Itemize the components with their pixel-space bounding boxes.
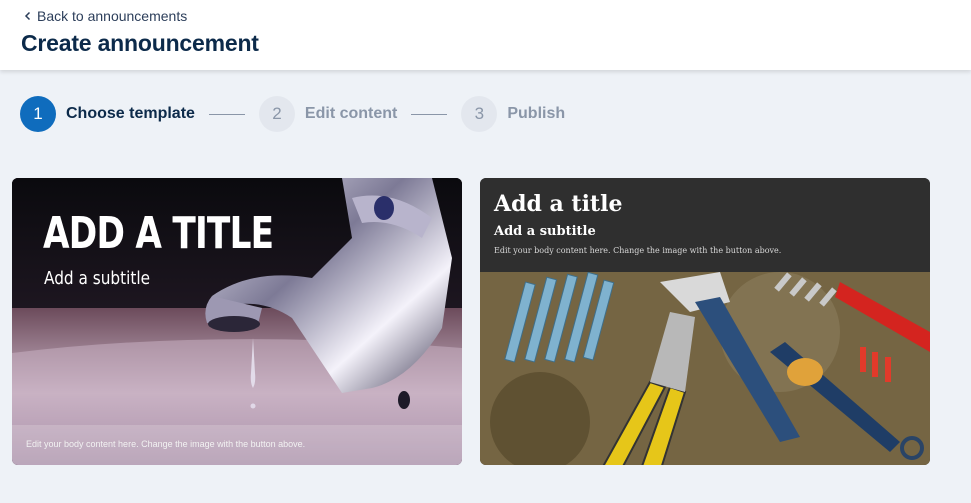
template-card-tools[interactable]: Add a title Add a subtitle Edit your bod…	[480, 178, 930, 465]
step-number: 2	[258, 96, 295, 132]
step-connector	[208, 113, 245, 115]
step-number: 3	[461, 96, 498, 132]
step-label: Choose template	[66, 105, 195, 122]
step-connector	[411, 113, 448, 115]
back-link-label: Back to announcements	[37, 8, 188, 24]
step-choose-template[interactable]: 1 Choose template	[20, 96, 195, 132]
chevron-left-icon	[24, 11, 31, 21]
template-body: Edit your body content here. Change the …	[26, 439, 306, 449]
step-edit-content[interactable]: 2 Edit content	[258, 96, 398, 132]
step-publish[interactable]: 3 Publish	[461, 96, 565, 132]
step-label: Publish	[507, 105, 566, 122]
tools-image	[480, 272, 930, 465]
page-title: Create announcement	[21, 30, 259, 56]
step-label: Edit content	[304, 105, 398, 122]
back-to-announcements-link[interactable]: Back to announcements	[21, 8, 187, 24]
template-card-faucet[interactable]: ADD A TITLE Add a subtitle Edit your bod…	[12, 178, 462, 465]
template-body-bar: Edit your body content here. Change the …	[12, 425, 462, 465]
template-subtitle: Add a subtitle	[44, 268, 151, 289]
stepper: 1 Choose template 2 Edit content 3 Publi…	[20, 96, 565, 132]
template-body: Edit your body content here. Change the …	[494, 246, 782, 255]
template-title: Add a title	[494, 191, 623, 217]
template-subtitle: Add a subtitle	[494, 224, 596, 239]
step-number: 1	[20, 96, 56, 132]
template-title: ADD A TITLE	[43, 208, 274, 259]
page-header: Back to announcements Create announcemen…	[0, 0, 971, 70]
